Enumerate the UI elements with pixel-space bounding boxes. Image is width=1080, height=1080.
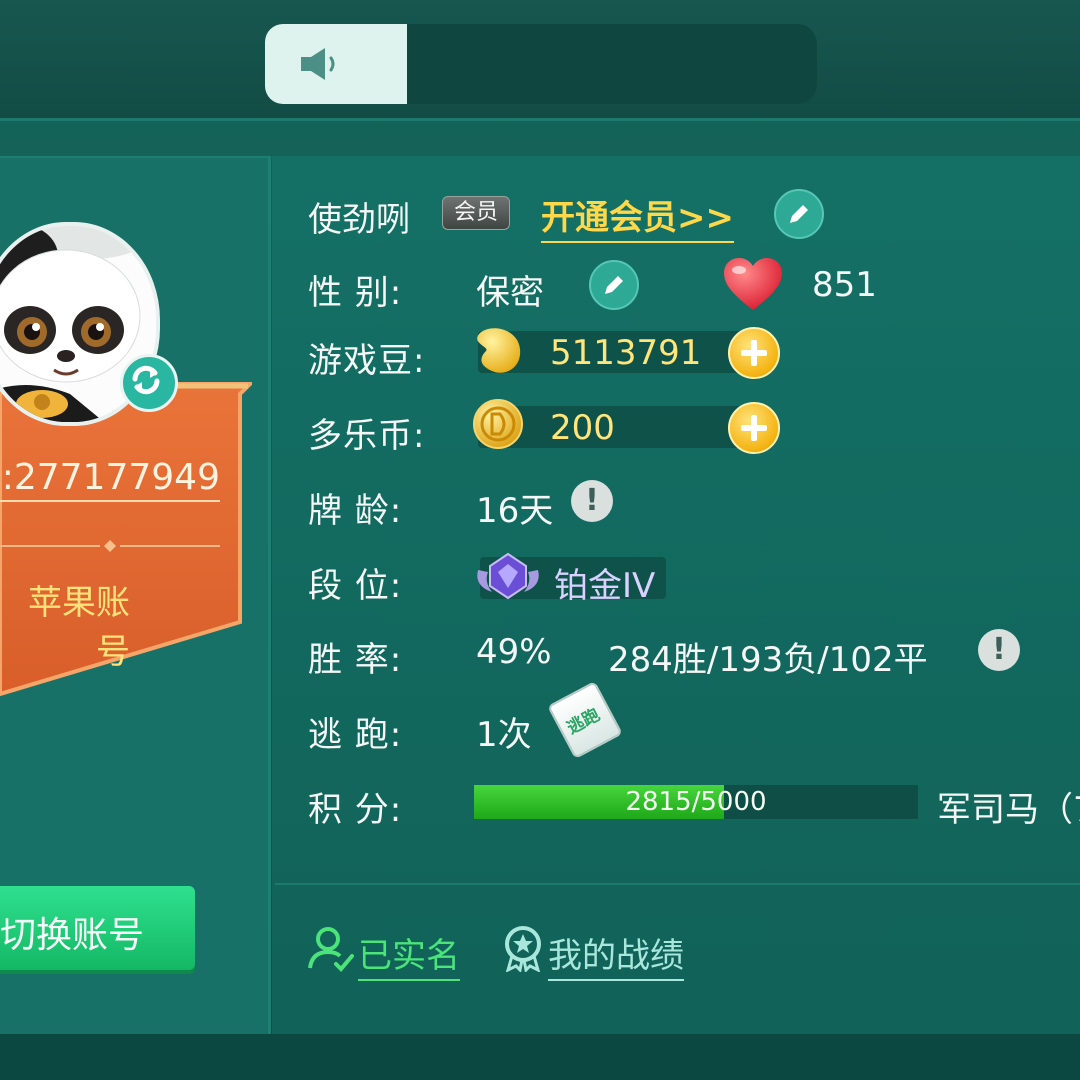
coins-label: 多乐币: — [308, 416, 426, 456]
switch-account-label: 切换账号 — [0, 915, 145, 956]
platinum-rank-icon — [477, 552, 539, 600]
escape-value: 1次 — [476, 715, 532, 755]
gender-label: 性 别: — [308, 273, 403, 313]
separator — [275, 883, 1080, 885]
pencil-icon — [790, 205, 808, 223]
beans-value: 5113791 — [550, 333, 702, 373]
score-label: 积 分: — [308, 790, 403, 830]
record-info-icon[interactable]: ! — [978, 629, 1020, 671]
switch-account-button[interactable]: 切换账号 — [0, 886, 195, 970]
rank-value: 铂金IV — [554, 566, 656, 606]
coins-value: 200 — [550, 408, 615, 448]
age-info-icon[interactable]: ! — [571, 480, 613, 522]
refresh-icon — [132, 365, 160, 395]
refresh-avatar-button[interactable] — [120, 354, 178, 412]
rank-label: 段 位: — [308, 566, 403, 606]
rank-title: 军司马（7 — [937, 790, 1080, 830]
user-id: :277177949 — [0, 457, 220, 502]
coin-icon — [473, 399, 523, 449]
pencil-icon — [605, 276, 623, 294]
heart-icon — [724, 258, 782, 310]
notice-marquee — [407, 24, 817, 104]
bottom-strip — [0, 1034, 1080, 1080]
score-progress-text: 2815/5000 — [625, 787, 767, 817]
escape-label: 逃 跑: — [308, 715, 403, 755]
user-check-icon — [308, 927, 354, 972]
edit-gender-button[interactable] — [589, 260, 639, 310]
win-loss-record: 284胜/193负/102平 — [608, 640, 928, 680]
winrate-value: 49% — [476, 632, 552, 672]
edit-nickname-button[interactable] — [774, 189, 824, 239]
gender-value: 保密 — [476, 273, 544, 313]
ornament-divider — [0, 540, 220, 552]
sound-button[interactable] — [265, 24, 407, 104]
vip-badge: 会员 — [442, 196, 510, 230]
speaker-icon — [301, 48, 335, 80]
verified-link[interactable]: 已实名 — [358, 928, 460, 981]
medal-icon — [505, 926, 541, 972]
bean-icon — [477, 328, 521, 373]
add-beans-button[interactable] — [728, 327, 780, 379]
top-bar — [0, 0, 1080, 121]
card-age-value: 16天 — [476, 491, 554, 531]
my-record-link[interactable]: 我的战绩 — [548, 928, 684, 981]
escape-tile-text: 逃跑 — [563, 705, 604, 739]
account-type: 苹果账号 — [28, 583, 130, 672]
likes-count: 851 — [812, 265, 877, 305]
add-coins-button[interactable] — [728, 402, 780, 454]
beans-label: 游戏豆: — [308, 341, 426, 381]
score-progress-bar: 2815/5000 — [474, 785, 918, 819]
card-age-label: 牌 龄: — [308, 491, 403, 531]
nickname: 使劲咧 — [308, 200, 410, 240]
open-vip-link[interactable]: 开通会员>> — [541, 190, 734, 243]
winrate-label: 胜 率: — [308, 640, 403, 680]
